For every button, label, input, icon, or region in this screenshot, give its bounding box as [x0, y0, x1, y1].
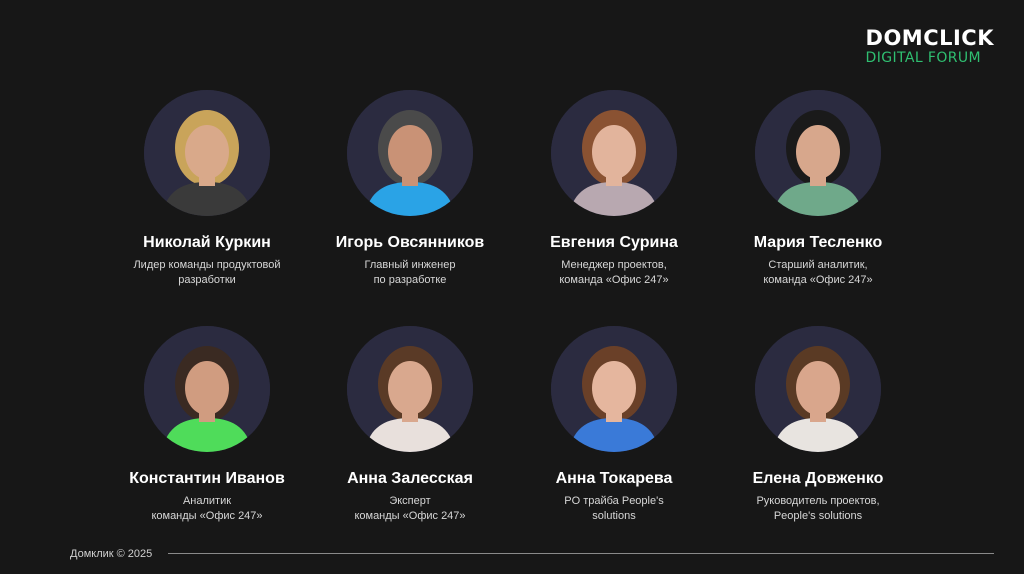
- speaker-name: Елена Довженко: [752, 470, 884, 487]
- speaker-avatar: [551, 90, 677, 216]
- speaker-avatar: [551, 326, 677, 452]
- portrait-image: [347, 326, 473, 452]
- portrait-image: [144, 90, 270, 216]
- speaker-avatar: [144, 326, 270, 452]
- speaker-avatar: [347, 90, 473, 216]
- footer-copyright: Домклик © 2025: [70, 548, 153, 560]
- footer-divider: [168, 553, 994, 554]
- speaker-role: Главный инженер по разработке: [364, 259, 456, 286]
- speakers-grid: Николай Куркин Лидер команды продуктовой…: [0, 0, 1024, 574]
- speaker-role: Руководитель проектов, People's solution…: [756, 495, 880, 522]
- speaker-card: Мария Тесленко Старший аналитик, команда…: [718, 90, 918, 288]
- speaker-card: Константин Иванов Аналитик команды «Офис…: [107, 326, 307, 524]
- portrait-image: [347, 90, 473, 216]
- speaker-name: Николай Куркин: [143, 234, 271, 251]
- speaker-role: Старший аналитик, команда «Офис 247»: [763, 259, 873, 286]
- speaker-card: Николай Куркин Лидер команды продуктовой…: [107, 90, 307, 288]
- speaker-avatar: [755, 326, 881, 452]
- portrait-image: [144, 326, 270, 452]
- speaker-role: PO трайба People's solutions: [564, 495, 664, 522]
- portrait-image: [755, 326, 881, 452]
- portrait-image: [551, 90, 677, 216]
- speaker-card: Елена Довженко Руководитель проектов, Pe…: [718, 326, 918, 524]
- speaker-avatar: [144, 90, 270, 216]
- speaker-name: Мария Тесленко: [753, 234, 883, 251]
- speaker-role: Эксперт команды «Офис 247»: [354, 495, 466, 522]
- speaker-avatar: [755, 90, 881, 216]
- speaker-card: Игорь Овсянников Главный инженер по разр…: [310, 90, 510, 288]
- speaker-name: Игорь Овсянников: [335, 234, 485, 251]
- speaker-card: Анна Токарева PO трайба People's solutio…: [514, 326, 714, 524]
- speaker-name: Анна Залесская: [347, 470, 473, 487]
- speaker-name: Анна Токарева: [555, 470, 673, 487]
- speaker-avatar: [347, 326, 473, 452]
- speaker-card: Евгения Сурина Менеджер проектов, команд…: [514, 90, 714, 288]
- speaker-name: Евгения Сурина: [550, 234, 678, 251]
- speaker-role: Аналитик команды «Офис 247»: [151, 495, 263, 522]
- portrait-image: [551, 326, 677, 452]
- speaker-name: Константин Иванов: [129, 470, 285, 487]
- speaker-role: Лидер команды продуктовой разработки: [133, 259, 281, 286]
- portrait-image: [755, 90, 881, 216]
- speaker-card: Анна Залесская Эксперт команды «Офис 247…: [310, 326, 510, 524]
- speaker-role: Менеджер проектов, команда «Офис 247»: [559, 259, 669, 286]
